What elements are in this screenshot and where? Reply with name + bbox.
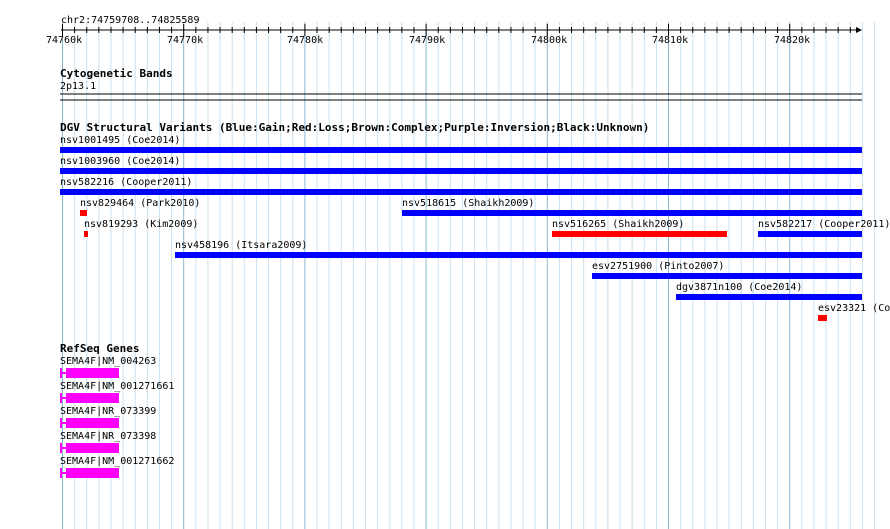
gain-variant-bar[interactable]: [60, 147, 862, 153]
ruler-tick-label: 74810k: [652, 35, 689, 46]
gene-exon-bar[interactable]: [66, 368, 119, 378]
ruler-tick-label: 74790k: [409, 35, 446, 46]
gain-variant-bar[interactable]: [60, 189, 862, 195]
variant-label[interactable]: nsv582216 (Cooper2011): [60, 177, 192, 189]
variant-label[interactable]: nsv829464 (Park2010): [80, 198, 200, 210]
loss-variant-bar[interactable]: [80, 210, 87, 216]
gene-label[interactable]: SEMA4F|NR_073399: [60, 406, 156, 418]
gene-exon-bar[interactable]: [66, 393, 119, 403]
variant-label[interactable]: nsv1003960 (Coe2014): [60, 156, 180, 168]
cytobands-track-title: Cytogenetic Bands: [60, 67, 173, 80]
refseq-track-title: RefSeq Genes: [60, 342, 140, 355]
ruler-tick-label: 74770k: [167, 35, 204, 46]
gene-label[interactable]: SEMA4F|NM_001271662: [60, 456, 174, 468]
gene-exon-bar[interactable]: [66, 468, 119, 478]
variant-label[interactable]: esv2751900 (Pinto2007): [592, 261, 724, 273]
gain-variant-bar[interactable]: [175, 252, 862, 258]
gene-label[interactable]: SEMA4F|NM_001271661: [60, 381, 174, 393]
dgv-track-title: DGV Structural Variants (Blue:Gain;Red:L…: [60, 121, 650, 134]
variant-label[interactable]: dgv3871n100 (Coe2014): [676, 282, 802, 294]
ruler-tick-label: 74780k: [287, 35, 324, 46]
cytoband-label: 2p13.1: [60, 81, 97, 92]
variant-label[interactable]: nsv819293 (Kim2009): [84, 219, 198, 231]
loss-variant-bar[interactable]: [818, 315, 827, 321]
ruler-tick-label: 74820k: [774, 35, 811, 46]
gene-label[interactable]: SEMA4F|NR_073398: [60, 431, 156, 443]
variant-label[interactable]: nsv518615 (Shaikh2009): [402, 198, 534, 210]
gain-variant-bar[interactable]: [402, 210, 862, 216]
gain-variant-bar[interactable]: [592, 273, 862, 279]
variant-label[interactable]: nsv582217 (Cooper2011): [758, 219, 890, 231]
variant-label[interactable]: esv23321 (Co: [818, 303, 890, 315]
locus-label: chr2:74759708..74825589: [61, 15, 200, 26]
ruler-tick-label: 74760k: [46, 35, 83, 46]
gain-variant-bar[interactable]: [758, 231, 862, 237]
gain-variant-bar[interactable]: [60, 168, 862, 174]
variant-label[interactable]: nsv516265 (Shaikh2009): [552, 219, 684, 231]
gene-label[interactable]: SEMA4F|NM_004263: [60, 356, 156, 368]
variant-label[interactable]: nsv1001495 (Coe2014): [60, 135, 180, 147]
gene-exon-bar[interactable]: [66, 443, 119, 453]
loss-variant-bar[interactable]: [552, 231, 727, 237]
loss-variant-bar[interactable]: [84, 231, 88, 237]
variant-label[interactable]: nsv458196 (Itsara2009): [175, 240, 307, 252]
gain-variant-bar[interactable]: [676, 294, 862, 300]
gene-exon-bar[interactable]: [66, 418, 119, 428]
ruler-tick-label: 74800k: [531, 35, 568, 46]
